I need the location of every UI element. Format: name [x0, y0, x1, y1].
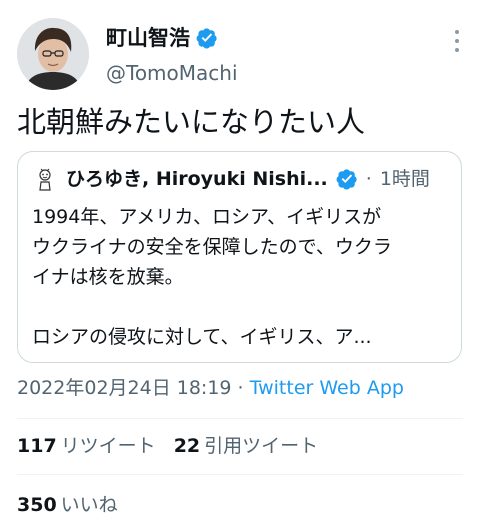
likes-stat[interactable]: 350 いいね [17, 494, 118, 516]
quoted-line: 1994年、アメリカ、ロシア、イギリスが [32, 206, 382, 228]
tweet-source-link[interactable]: Twitter Web App [250, 377, 404, 399]
tweet-timestamp[interactable]: 2022年02月24日 18:19 [17, 377, 232, 399]
author-avatar[interactable] [17, 18, 89, 90]
quoted-time[interactable]: 1時間 [380, 165, 430, 193]
like-count: 350 [17, 494, 57, 516]
tweet-meta: 2022年02月24日 18:19 · Twitter Web App [17, 373, 404, 403]
retweet-count: 117 [17, 435, 57, 457]
tweet-text: 北朝鮮みたいになりたい人 [17, 105, 366, 139]
author-name-text: 町山智浩 [106, 26, 190, 50]
likes-stats: 350 いいね [17, 491, 136, 519]
quoted-tweet[interactable]: ひろゆき, Hiroyuki Nishi... · 1時間 1994年、アメリカ… [17, 151, 462, 363]
engagement-stats: 117 リツイート 22 引用ツイート [17, 432, 336, 460]
divider [17, 474, 463, 475]
retweet-label: リツイート [60, 435, 156, 457]
quote-label: 引用ツイート [204, 435, 319, 457]
quotes-stat[interactable]: 22 引用ツイート [174, 435, 318, 457]
more-dot [455, 48, 459, 52]
quoted-line [32, 292, 452, 322]
like-label: いいね [60, 494, 118, 516]
quoted-author-avatar[interactable] [32, 166, 58, 192]
divider [17, 418, 463, 419]
quoted-line: ロシアの侵攻に対して、イギリス、ア... [32, 326, 372, 348]
quoted-line: イナは核を放棄。 [32, 266, 184, 288]
more-options-icon[interactable] [454, 30, 460, 52]
author-handle[interactable]: @TomoMachi [106, 59, 238, 87]
quoted-author-name: ひろゆき, Hiroyuki Nishi... [66, 168, 328, 190]
retweets-stat[interactable]: 117 リツイート [17, 435, 156, 457]
more-dot [455, 39, 459, 43]
verified-badge-icon [196, 28, 217, 49]
author-name[interactable]: 町山智浩 [106, 24, 218, 52]
quoted-separator: · [365, 168, 372, 190]
quoted-verified-badge-icon [336, 169, 357, 190]
tweet-detail: 町山智浩 @TomoMachi 北朝鮮みたいになりたい人 ひろゆき, Hiroy… [0, 0, 480, 525]
quoted-tweet-body: 1994年、アメリカ、ロシア、イギリスが ウクライナの安全を保障したので、ウクラ… [32, 202, 452, 352]
avatar-image [17, 18, 89, 90]
more-dot [455, 30, 459, 34]
meta-separator: · [231, 377, 250, 399]
quoted-tweet-header: ひろゆき, Hiroyuki Nishi... · 1時間 [32, 165, 430, 193]
quote-count: 22 [173, 435, 201, 457]
quoted-line: ウクライナの安全を保障したので、ウクラ [32, 236, 392, 258]
